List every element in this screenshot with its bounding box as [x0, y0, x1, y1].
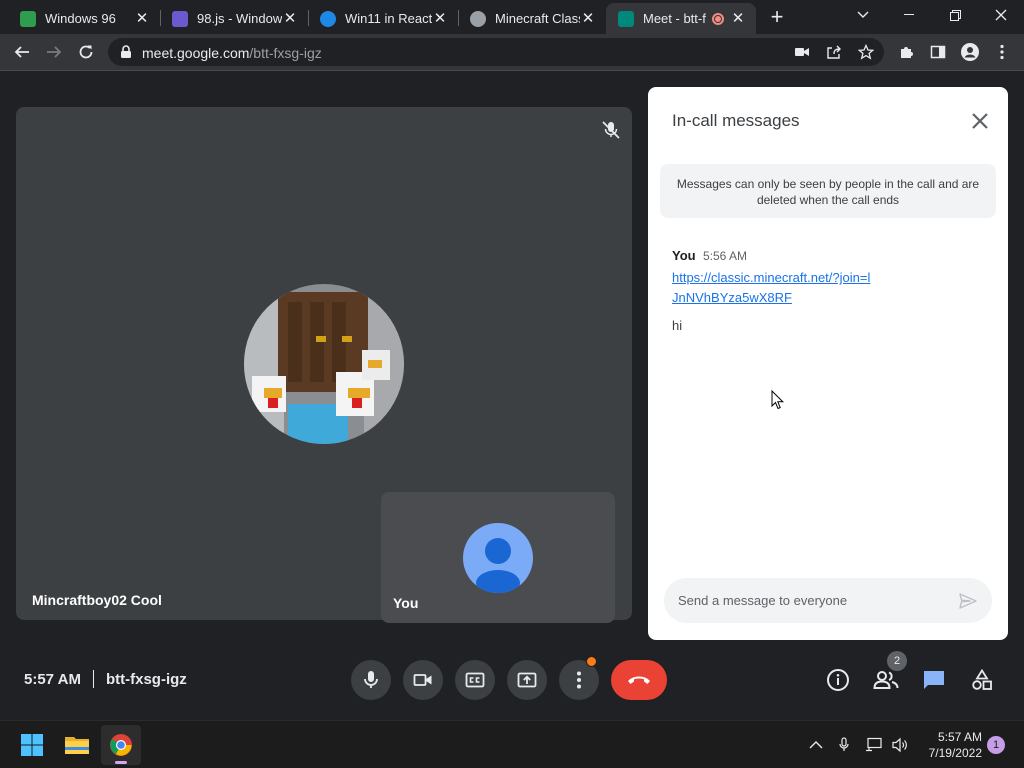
activities-icon[interactable] [967, 665, 997, 695]
back-button[interactable] [8, 38, 36, 66]
meet-favicon-icon [618, 10, 634, 27]
url-text: meet.google.com/btt-fxsg-igz [142, 45, 322, 61]
panel-title: In-call messages [672, 111, 800, 130]
tray-volume-icon[interactable] [890, 735, 910, 755]
chat-notice: Messages can only be seen by people in t… [660, 164, 996, 218]
extensions-puzzle-icon[interactable] [892, 38, 920, 66]
notification-dot [586, 656, 597, 667]
tab-windows-96[interactable]: Windows 96 ✕ [8, 3, 160, 34]
close-tab-icon[interactable]: ✕ [134, 10, 150, 27]
taskbar-clock[interactable]: 5:57 AM 7/19/2022 [916, 729, 982, 761]
reload-button[interactable] [72, 38, 100, 66]
self-view-tile[interactable]: You [381, 492, 615, 623]
98js-favicon-icon [172, 10, 188, 27]
meet-stage: Mincraftboy02 Cool You In-call messages … [0, 71, 1024, 720]
self-name-label: You [393, 595, 419, 611]
camera-button[interactable] [403, 660, 443, 700]
start-button[interactable] [12, 725, 52, 765]
share-icon[interactable] [826, 44, 842, 60]
tab-title: Win11 in React [345, 11, 432, 26]
tab-meet[interactable]: Meet - btt-f ✕ [606, 3, 756, 34]
new-tab-button[interactable]: + [764, 6, 790, 30]
tab-98js[interactable]: 98.js - Windows ✕ [160, 3, 308, 34]
tab-title: 98.js - Windows [197, 11, 282, 26]
in-call-messages-panel: In-call messages Messages can only be se… [648, 87, 1008, 640]
close-panel-button[interactable] [968, 109, 992, 133]
message-text: hi [672, 318, 683, 333]
globe-icon [470, 10, 486, 27]
tab-title: Meet - btt-f [643, 11, 706, 26]
people-icon[interactable] [871, 665, 901, 695]
message-time: 5:56 AM [703, 249, 748, 263]
tab-win11-react[interactable]: Win11 in React ✕ [308, 3, 458, 34]
self-avatar [463, 523, 533, 593]
clock-time: 5:57 AM [937, 730, 982, 744]
clock-date: 7/19/2022 [928, 746, 982, 760]
star-bookmark-icon[interactable] [858, 44, 874, 60]
windows-96-favicon-icon [20, 10, 36, 27]
send-icon[interactable] [958, 591, 978, 611]
tab-search-button[interactable] [840, 0, 886, 30]
minimize-button[interactable] [886, 0, 932, 30]
forward-button[interactable] [40, 38, 68, 66]
meeting-code: btt-fxsg-igz [105, 670, 187, 688]
tab-minecraft-classic[interactable]: Minecraft Classic ✕ [458, 3, 606, 34]
tab-title: Windows 96 [45, 11, 116, 26]
more-options-button[interactable] [559, 656, 599, 700]
message-composer [664, 578, 992, 623]
win11-favicon-icon [320, 10, 336, 27]
windows-taskbar: 5:57 AM 7/19/2022 1 [0, 720, 1024, 768]
close-tab-icon[interactable]: ✕ [282, 10, 298, 27]
meeting-info-icon[interactable] [823, 665, 853, 695]
profile-avatar-icon[interactable] [956, 38, 984, 66]
message-sender: You [672, 248, 696, 263]
tray-microphone-icon[interactable] [834, 735, 854, 755]
participant-avatar [244, 284, 404, 444]
browser-toolbar: meet.google.com/btt-fxsg-igz [0, 34, 1024, 71]
captions-button[interactable] [455, 660, 495, 700]
chat-notice-text: Messages can only be seen by people in t… [676, 177, 980, 207]
tray-chevron-up-icon[interactable] [806, 735, 826, 755]
chrome-taskbar-icon[interactable] [101, 725, 141, 765]
side-panel-icon[interactable] [924, 38, 952, 66]
leave-call-button[interactable] [611, 660, 667, 700]
browser-tab-strip: Windows 96 ✕ 98.js - Windows ✕ Win11 in … [0, 0, 1024, 34]
participant-name: Mincraftboy02 Cool [32, 592, 162, 608]
notification-badge[interactable]: 1 [987, 736, 1005, 754]
restore-button[interactable] [932, 0, 978, 30]
meeting-details: 5:57 AM btt-fxsg-igz [24, 670, 187, 688]
camera-permission-icon[interactable] [794, 45, 810, 59]
chrome-menu-icon[interactable] [988, 38, 1016, 66]
close-tab-icon[interactable]: ✕ [432, 10, 448, 27]
recording-icon [712, 12, 724, 25]
mic-off-icon [600, 119, 622, 141]
address-bar[interactable]: meet.google.com/btt-fxsg-igz [108, 38, 884, 66]
tray-network-icon[interactable] [864, 735, 884, 755]
message-link[interactable]: https://classic.minecraft.net/?join=lJnN… [672, 268, 872, 308]
message-input[interactable] [678, 590, 938, 610]
lock-icon[interactable] [120, 45, 132, 59]
file-explorer-icon[interactable] [57, 725, 97, 765]
mouse-cursor-icon [771, 390, 784, 410]
meeting-time: 5:57 AM [24, 670, 81, 688]
close-tab-icon[interactable]: ✕ [730, 10, 746, 27]
close-tab-icon[interactable]: ✕ [580, 10, 596, 27]
tab-title: Minecraft Classic [495, 11, 580, 26]
chat-icon[interactable] [919, 665, 949, 695]
present-screen-button[interactable] [507, 660, 547, 700]
microphone-button[interactable] [351, 660, 391, 700]
close-window-button[interactable] [978, 0, 1024, 30]
